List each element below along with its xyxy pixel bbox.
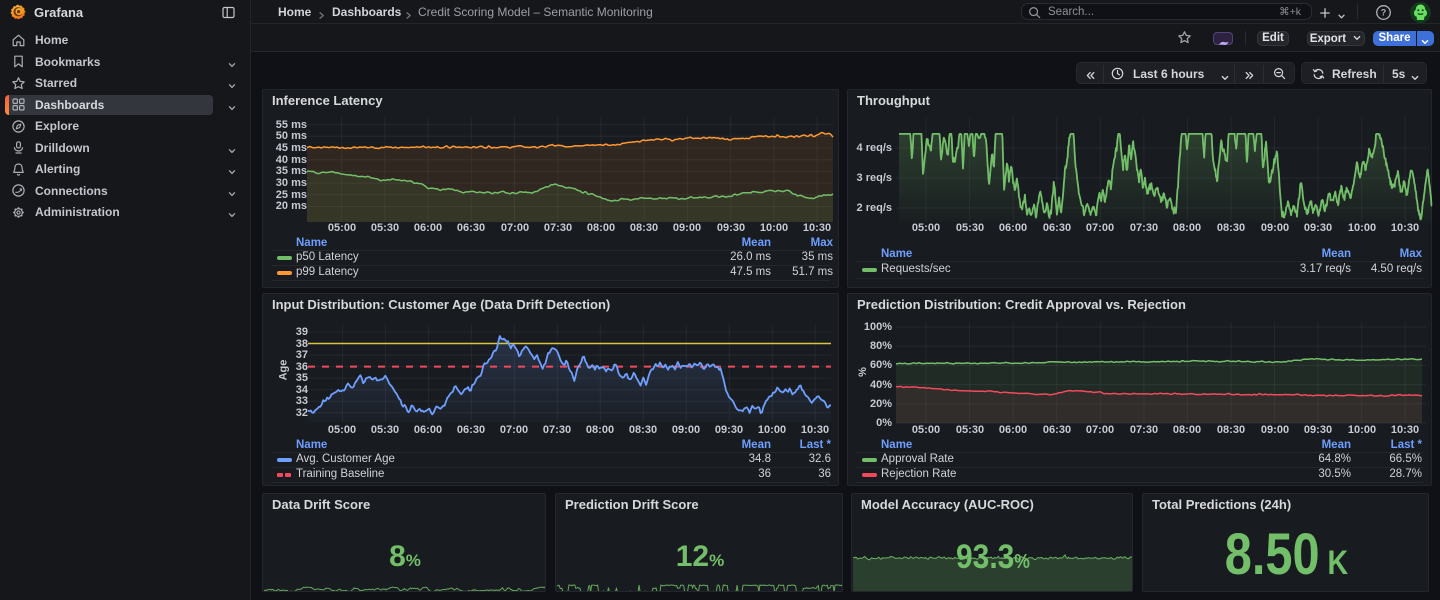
svg-text:?: ?	[1381, 7, 1387, 17]
